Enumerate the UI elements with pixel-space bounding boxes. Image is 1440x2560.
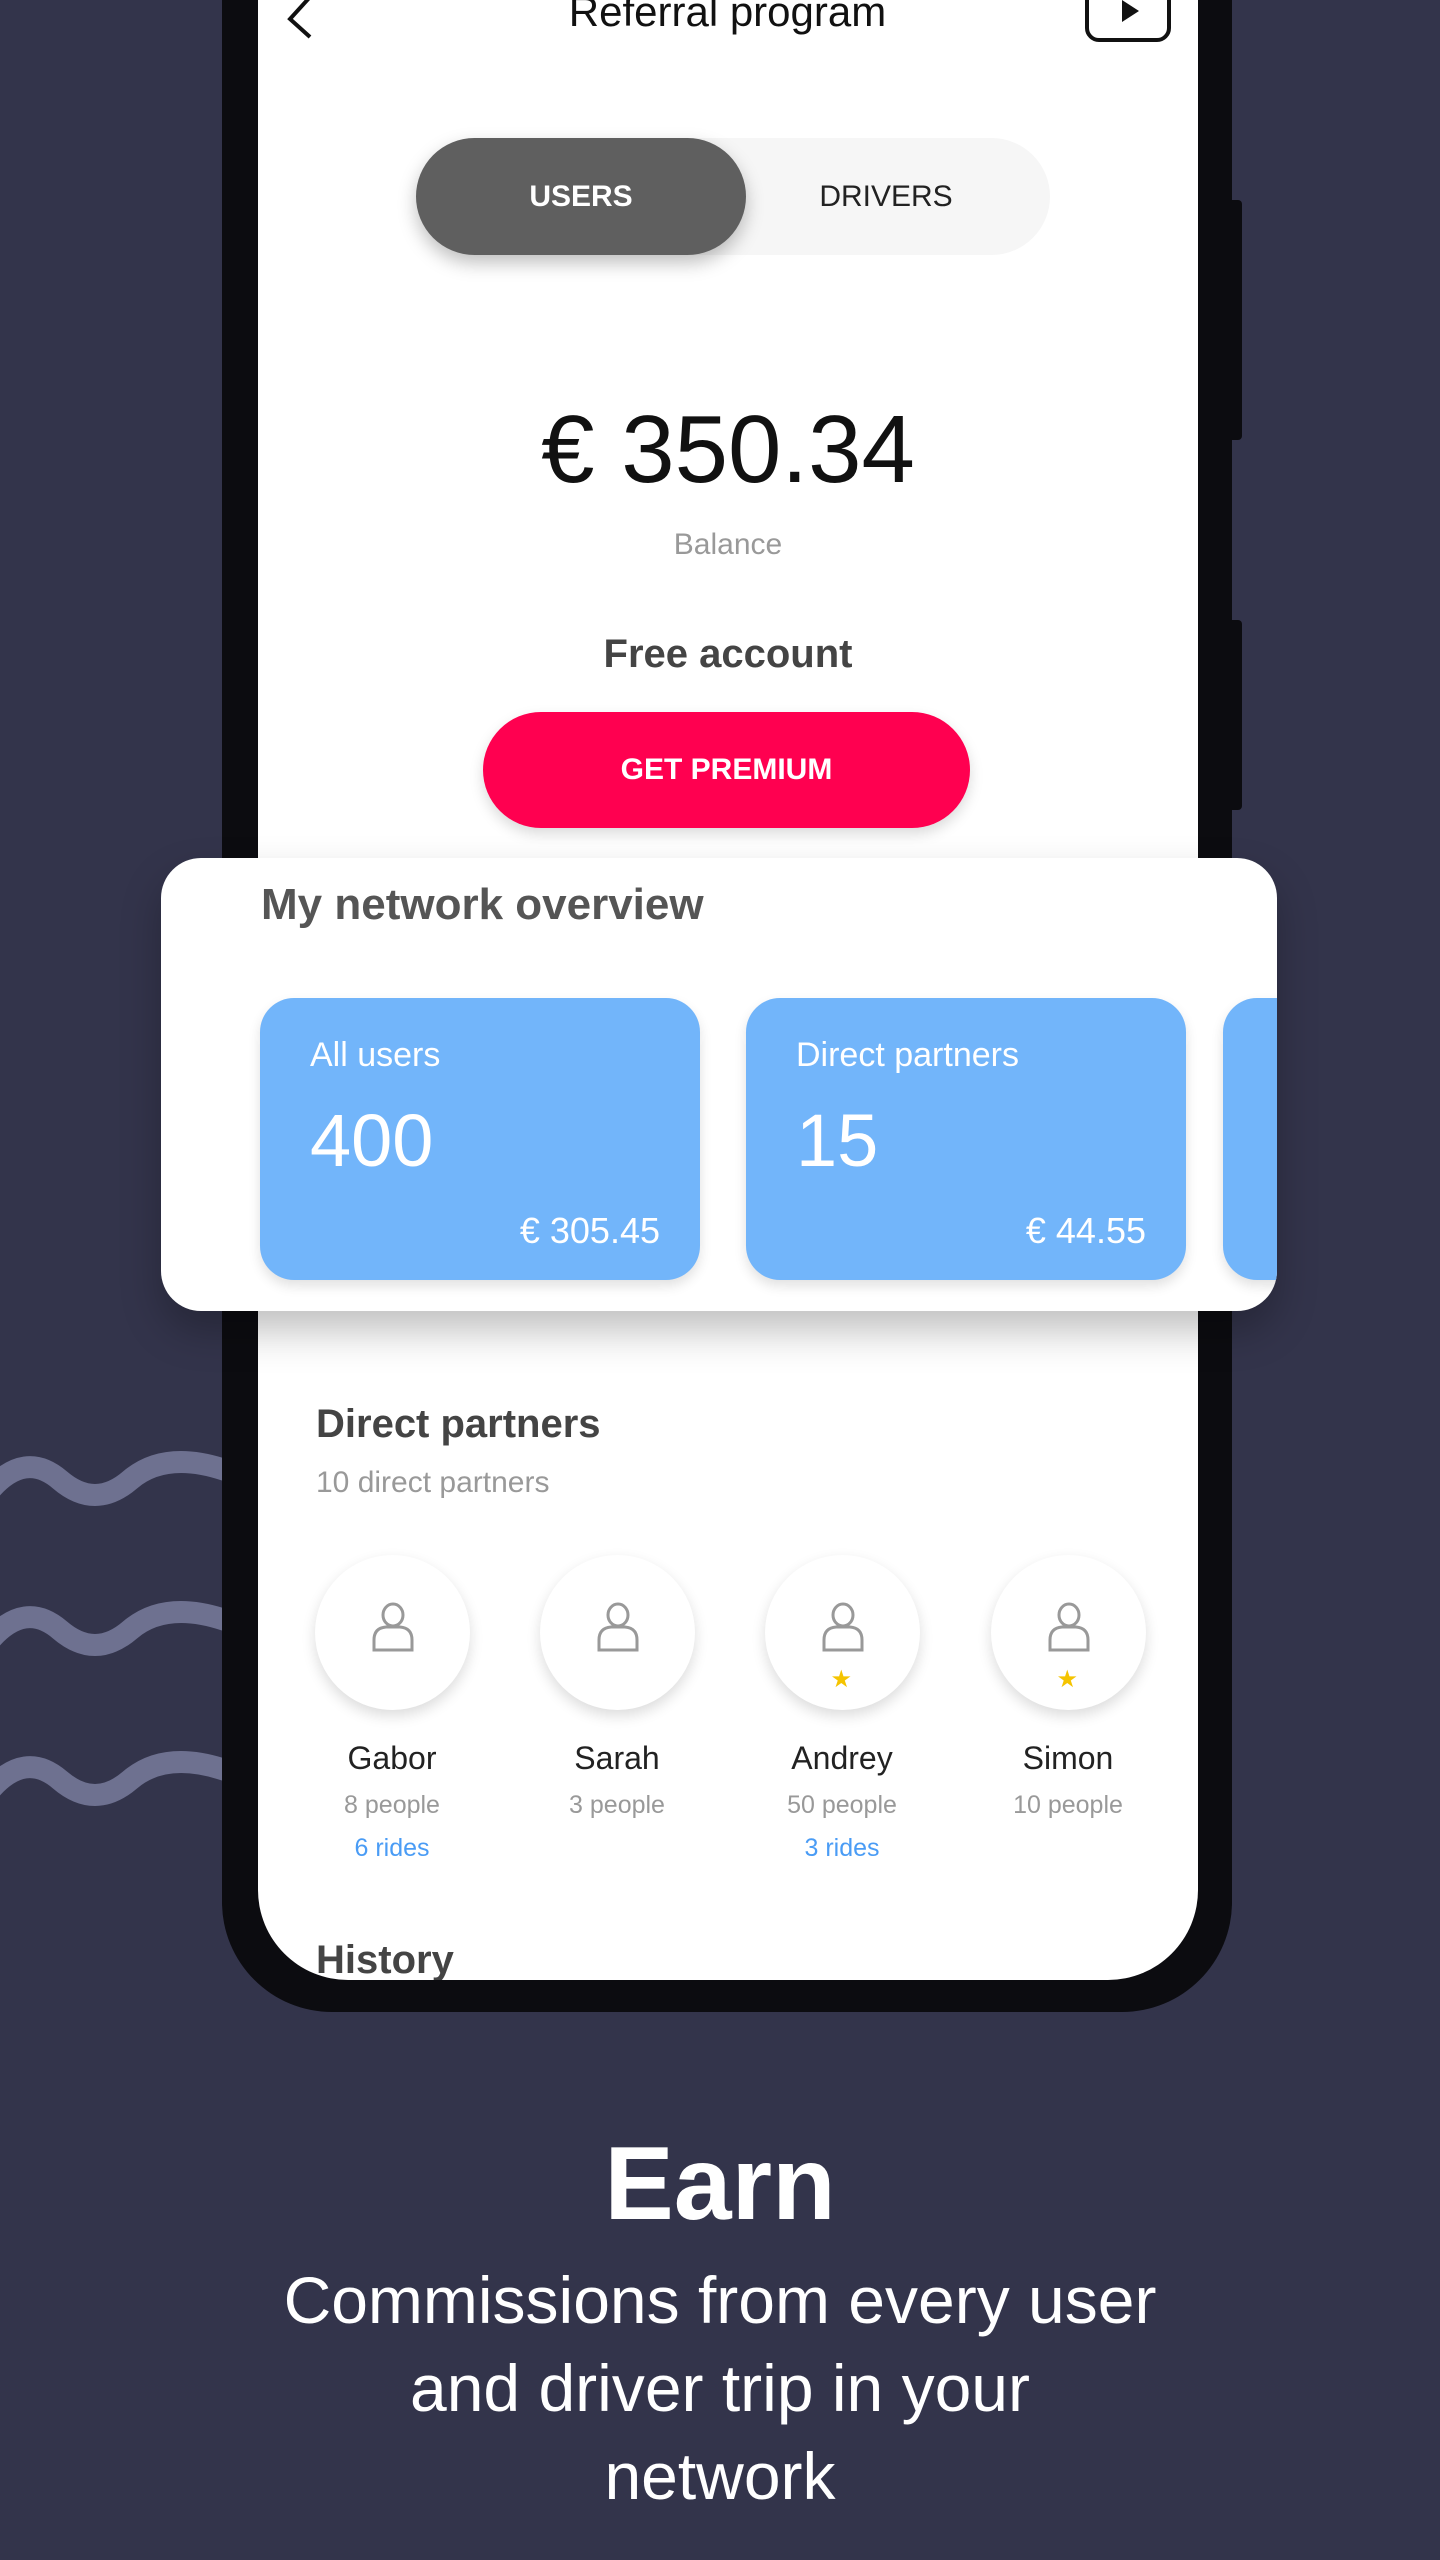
partner-name: Gabor <box>347 1740 437 1776</box>
promo-line: network <box>604 2439 836 2513</box>
tile-label: All users <box>310 1036 441 1074</box>
balance-amount: € 350.34 <box>541 396 915 503</box>
tile-partial[interactable] <box>1223 998 1277 1280</box>
tile-label: Direct partners <box>796 1036 1019 1074</box>
promo-title: Earn <box>604 2126 836 2242</box>
history-title: History <box>316 1938 454 1980</box>
balance-label: Balance <box>673 528 783 561</box>
phone-volume-button <box>1232 200 1242 440</box>
partner-rides[interactable]: 3 rides <box>742 1834 942 1864</box>
user-icon <box>597 1602 638 1652</box>
partner-name: Simon <box>1022 1740 1114 1776</box>
partner-people: 8 people <box>344 1791 440 1819</box>
tile-amount: € 44.55 <box>1025 1210 1146 1251</box>
promo-line: Commissions from every user <box>283 2263 1157 2337</box>
back-chevron-icon[interactable] <box>282 0 318 45</box>
account-type: Free account <box>603 632 853 676</box>
tile-direct-partners[interactable]: Direct partners 15 € 44.55 <box>746 998 1186 1280</box>
avatar: ★ <box>990 1555 1146 1710</box>
tile-all-users[interactable]: All users 400 € 305.45 <box>260 998 700 1280</box>
direct-partners-subtitle: 10 direct partners <box>316 1466 550 1499</box>
overview-title: My network overview <box>261 880 704 929</box>
tile-amount: € 305.45 <box>519 1210 660 1251</box>
tab-drivers[interactable]: DRIVERS <box>746 138 1026 255</box>
partner-name: Andrey <box>791 1740 893 1776</box>
page-title: Referral program <box>568 0 887 35</box>
partner-item[interactable]: ★ Andrey 50 people 3 rides <box>742 1555 942 1864</box>
partner-rides[interactable] <box>517 1834 717 1864</box>
partner-rides[interactable]: 6 rides <box>292 1834 492 1864</box>
phone-power-button <box>1232 620 1242 810</box>
wave-decoration <box>0 1451 225 1806</box>
partner-people: 50 people <box>787 1791 897 1819</box>
star-icon: ★ <box>1056 1666 1079 1693</box>
avatar <box>314 1555 470 1710</box>
partner-item[interactable]: Gabor 8 people 6 rides <box>292 1555 492 1864</box>
partner-people: 3 people <box>569 1791 665 1819</box>
tab-users[interactable]: USERS <box>416 138 746 255</box>
partner-people: 10 people <box>1013 1791 1123 1819</box>
user-icon <box>1048 1602 1089 1652</box>
tile-count: 400 <box>310 1099 434 1182</box>
partner-item[interactable]: ★ Simon 10 people <box>968 1555 1168 1864</box>
history-clip: History <box>258 1900 1198 1980</box>
network-overview-card: My network overview All users 400 € 305.… <box>161 858 1277 1311</box>
play-video-button[interactable] <box>1085 0 1171 42</box>
get-premium-button[interactable]: GET PREMIUM <box>483 712 970 828</box>
tile-count: 15 <box>796 1099 879 1182</box>
avatar: ★ <box>764 1555 920 1710</box>
play-icon <box>1122 0 1139 22</box>
star-icon: ★ <box>830 1666 853 1693</box>
partner-rides[interactable] <box>968 1834 1168 1864</box>
partner-name: Sarah <box>574 1740 660 1776</box>
partner-item[interactable]: Sarah 3 people <box>517 1555 717 1864</box>
promo-line: and driver trip in your <box>410 2351 1030 2425</box>
user-icon <box>372 1602 413 1652</box>
direct-partners-title: Direct partners <box>316 1402 601 1446</box>
user-icon <box>822 1602 863 1652</box>
avatar <box>539 1555 695 1710</box>
